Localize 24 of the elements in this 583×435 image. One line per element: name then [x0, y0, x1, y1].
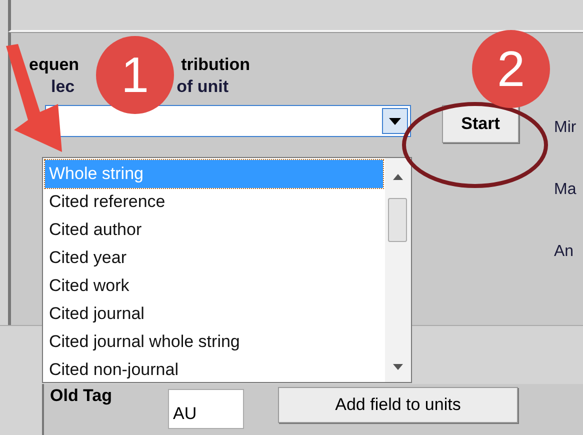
dropdown-option[interactable]: Cited reference	[45, 188, 383, 216]
dropdown-option[interactable]: Cited journal whole string	[45, 328, 383, 356]
field-label: Ma	[554, 181, 576, 199]
dropdown-option[interactable]: Cited work	[45, 272, 383, 300]
subheading-text: of unit	[176, 77, 229, 98]
scroll-down-icon[interactable]	[393, 364, 403, 370]
add-field-button[interactable]: Add field to units	[278, 387, 518, 423]
dropdown-option[interactable]: Cited non-journal	[45, 356, 383, 384]
dropdown-option[interactable]: Cited year	[45, 244, 383, 272]
scrollbar[interactable]	[385, 158, 411, 382]
scroll-up-icon[interactable]	[393, 174, 403, 180]
dropdown-option[interactable]: Cited author	[45, 216, 383, 244]
dropdown-option[interactable]: Cited journal	[45, 300, 383, 328]
start-button[interactable]: Start	[442, 105, 519, 143]
unit-dropdown[interactable]	[45, 105, 411, 137]
heading-text: tribution	[181, 55, 250, 76]
caret-icon	[389, 118, 401, 124]
scroll-thumb[interactable]	[388, 198, 407, 242]
old-tag-label: Old Tag	[50, 386, 114, 406]
subheading-text: lec	[51, 77, 75, 98]
field-label: An	[554, 243, 575, 261]
heading-text: equen	[29, 55, 80, 76]
field-label: Mir	[554, 119, 576, 137]
tag-field[interactable]: AU	[168, 389, 244, 429]
